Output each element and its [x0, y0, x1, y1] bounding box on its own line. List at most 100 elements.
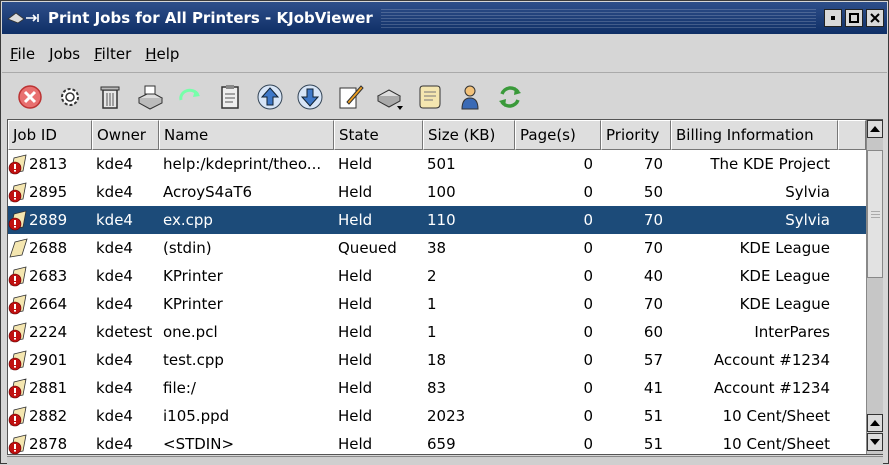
scroll-down-button[interactable] [867, 433, 883, 451]
cell-pages: 0 [583, 407, 593, 425]
title-bar[interactable]: Print Jobs for All Printers - KJobViewer [2, 2, 887, 34]
cell-state: Held [338, 267, 373, 285]
job-held-icon [8, 433, 28, 455]
cell-state: Held [338, 379, 373, 397]
maximize-button[interactable] [845, 9, 863, 27]
scroll-icon [419, 85, 441, 109]
cell-priority: 51 [643, 407, 663, 425]
table-row[interactable]: 2878 kde4 <STDIN> Held 659 0 51 10 Cent/Sheet [8, 430, 866, 458]
printer-dropdown-icon [376, 89, 403, 110]
cell-priority: 50 [643, 183, 663, 201]
refresh-button[interactable] [490, 77, 530, 117]
cell-pages: 0 [583, 351, 593, 369]
cell-name: help:/kdeprint/theo... [163, 155, 322, 173]
vertical-scrollbar[interactable] [866, 120, 883, 454]
minimize-button[interactable] [824, 9, 842, 27]
cell-pages: 0 [583, 239, 593, 257]
printer-icon [137, 85, 164, 110]
table-row[interactable]: 2895 kde4 AcroyS4aT6 Held 100 0 50 Sylvia [8, 178, 866, 206]
increase-priority-button[interactable] [250, 77, 290, 117]
table-row[interactable]: 2889 kde4 ex.cpp Held 110 0 70 Sylvia [8, 206, 866, 234]
job-held-icon [8, 349, 28, 371]
arrow-up-icon [257, 84, 283, 110]
scrollbar-thumb[interactable] [867, 150, 883, 278]
cell-priority: 70 [643, 295, 663, 313]
menu-help[interactable]: Help [145, 45, 179, 63]
cell-owner: kde4 [96, 407, 133, 425]
job-history-button[interactable] [410, 77, 450, 117]
job-list[interactable]: Job ID Owner Name State Size (KB) Page(s) Prio… [7, 119, 883, 455]
table-row[interactable]: 2881 kde4 file:/ Held 83 0 41 Account #1234 [8, 374, 866, 402]
stop-icon [18, 85, 42, 109]
window-title: Print Jobs for All Printers - KJobViewer [48, 9, 373, 27]
column-header-billing-information[interactable]: Billing Information [671, 120, 838, 150]
cell-id: 2813 [8, 150, 92, 178]
cell-id: 2881 [8, 374, 92, 402]
column-header-name[interactable]: Name [159, 120, 334, 150]
cell-state: Held [338, 295, 373, 313]
user-filter-button[interactable] [450, 77, 490, 117]
scroll-up-button[interactable] [867, 120, 883, 138]
menu-filter[interactable]: Filter [94, 45, 131, 63]
cell-id: 2224 [8, 318, 92, 346]
redo-icon [179, 88, 200, 101]
move-to-printer-button[interactable] [130, 77, 170, 117]
cell-name: test.cpp [163, 351, 224, 369]
cell-name: file:/ [163, 379, 196, 397]
close-button[interactable] [866, 9, 884, 27]
menu-file[interactable]: File [10, 45, 35, 63]
cell-state: Held [338, 155, 373, 173]
cell-name: KPrinter [163, 295, 223, 313]
table-row[interactable]: 2688 kde4 (stdin) Queued 38 0 70 KDE League [8, 234, 866, 262]
arrow-up-small-icon [870, 420, 880, 426]
cell-name: AcroyS4aT6 [163, 183, 253, 201]
restart-job-button[interactable] [170, 77, 210, 117]
table-row[interactable]: 2224 kdetest one.pcl Held 1 0 60 InterPares [8, 318, 866, 346]
app-menu-icon[interactable] [6, 8, 46, 28]
column-header-page-s[interactable]: Page(s) [515, 120, 601, 150]
job-ipp-report-button[interactable] [210, 77, 250, 117]
column-header-priority[interactable]: Priority [601, 120, 671, 150]
cell-pages: 0 [583, 323, 593, 341]
cell-id: 2878 [8, 430, 92, 458]
cell-billing: The KDE Project [710, 155, 830, 173]
cell-name: (stdin) [163, 239, 212, 257]
column-header-filler [838, 120, 866, 150]
cell-priority: 70 [643, 211, 663, 229]
cell-state: Held [338, 211, 373, 229]
edit-icon [339, 85, 364, 109]
cell-billing: InterPares [754, 323, 830, 341]
cell-billing: KDE League [739, 239, 830, 257]
printer-select-button[interactable] [370, 77, 410, 117]
cell-state: Held [338, 323, 373, 341]
menu-jobs[interactable]: Jobs [49, 45, 80, 63]
table-row[interactable]: 2901 kde4 test.cpp Held 18 0 57 Account #1234 [8, 346, 866, 374]
table-row[interactable]: 2683 kde4 KPrinter Held 2 0 40 KDE League [8, 262, 866, 290]
job-held-icon [8, 209, 28, 231]
cell-pages: 0 [583, 295, 593, 313]
job-held-icon [8, 405, 28, 427]
table-row[interactable]: 2664 kde4 KPrinter Held 1 0 70 KDE League [8, 290, 866, 318]
job-settings-button[interactable] [50, 77, 90, 117]
cell-pages: 0 [583, 435, 593, 453]
decrease-priority-button[interactable] [290, 77, 330, 117]
title-stripes [380, 8, 816, 28]
cancel-job-button[interactable] [10, 77, 50, 117]
job-held-icon [8, 377, 28, 399]
cell-pages: 0 [583, 211, 593, 229]
column-header-size-kb[interactable]: Size (KB) [423, 120, 515, 150]
scroll-up-button-lower[interactable] [867, 414, 883, 432]
column-header-job-id[interactable]: Job ID [8, 120, 92, 150]
table-row[interactable]: 2882 kde4 i105.ppd Held 2023 0 51 10 Cent/Sheet [8, 402, 866, 430]
cell-owner: kde4 [96, 351, 133, 369]
column-header-owner[interactable]: Owner [92, 120, 159, 150]
edit-attributes-button[interactable] [330, 77, 370, 117]
cell-id: 2683 [8, 262, 92, 290]
cell-state: Held [338, 183, 373, 201]
cell-pages: 0 [583, 183, 593, 201]
table-row[interactable]: 2813 kde4 help:/kdeprint/theo... Held 501 0 70… [8, 150, 866, 178]
cell-owner: kde4 [96, 211, 133, 229]
remove-job-button[interactable] [90, 77, 130, 117]
column-header-state[interactable]: State [334, 120, 423, 150]
cell-size: 1 [427, 323, 437, 341]
